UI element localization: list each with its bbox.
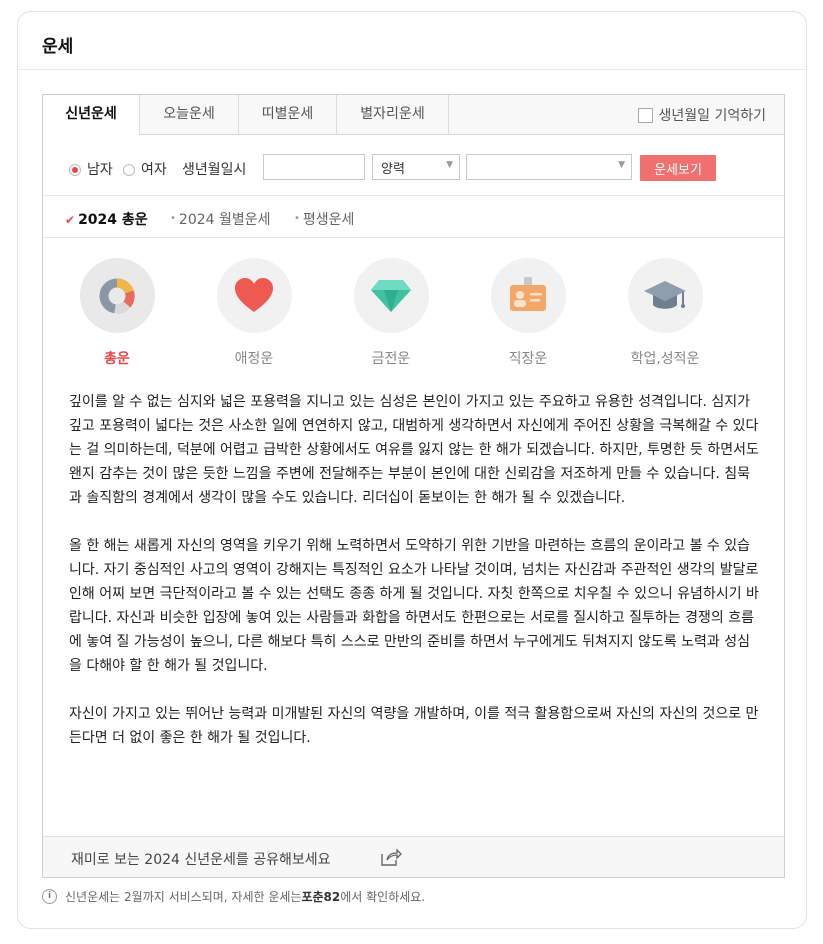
fortune-text: 깊이를 알 수 없는 심지와 넓은 포용력을 지니고 있는 심성은 본인이 가지…	[69, 390, 759, 774]
remember-birth-label: 생년월일 기억하기	[658, 108, 767, 124]
subtab-bar: ✔ 2024 총운 • 2024 월별운세 • 평생운세	[43, 196, 784, 238]
footnote: i 신년운세는 2월까지 서비스되며, 자세한 운세는 포춘82 에서 확인하세…	[42, 888, 425, 905]
category-love[interactable]: 애정운	[204, 258, 304, 368]
share-icon[interactable]	[380, 848, 402, 866]
category-label: 총운	[104, 351, 130, 367]
category-label: 학업,성적운	[630, 351, 700, 367]
category-icon-circle	[353, 258, 429, 333]
category-label: 금전운	[371, 351, 411, 367]
fortune-paragraph: 올 한 해는 새롭게 자신의 영역을 키우기 위해 노력하면서 도약하기 위한 …	[69, 538, 759, 674]
bullet-icon: •	[294, 213, 300, 224]
gender-female-radio[interactable]	[123, 164, 135, 176]
category-icon-circle	[490, 258, 566, 333]
pie-chart-icon	[99, 278, 135, 313]
heart-icon	[235, 277, 273, 312]
category-study[interactable]: 학업,성적운	[615, 258, 715, 368]
footnote-brand-link[interactable]: 포춘82	[301, 888, 340, 905]
tab-new-year-fortune[interactable]: 신년운세	[43, 95, 140, 135]
category-career[interactable]: 직장운	[478, 258, 578, 368]
gender-male-radio[interactable]	[69, 164, 81, 176]
category-icon-circle	[627, 258, 703, 333]
bullet-icon: •	[170, 213, 176, 224]
graduation-cap-icon	[644, 280, 686, 309]
category-icon-circle	[216, 258, 292, 333]
card-divider	[18, 69, 806, 70]
tab-today-fortune[interactable]: 오늘운세	[140, 95, 239, 134]
category-overall[interactable]: 총운	[67, 258, 167, 368]
birth-time-select[interactable]: ▼	[466, 154, 632, 180]
diamond-icon	[371, 279, 411, 312]
footnote-suffix: 에서 확인하세요.	[340, 890, 426, 904]
category-label: 직장운	[508, 351, 548, 367]
tab-bar: 신년운세 오늘운세 띠별운세 별자리운세 생년월일 기억하기	[43, 95, 784, 135]
tab-constellation-fortune[interactable]: 별자리운세	[337, 95, 449, 134]
gender-female-label[interactable]: 여자	[141, 159, 167, 179]
fortune-paragraph: 자신이 가지고 있는 뛰어난 능력과 미개발된 자신의 역량을 개발하며, 이를…	[69, 706, 759, 746]
subtab-label: 2024 총운	[78, 212, 148, 228]
birth-datetime-label: 생년월일시	[182, 162, 247, 178]
check-icon: ✔	[65, 213, 76, 227]
fortune-paragraph: 깊이를 알 수 없는 심지와 넓은 포용력을 지니고 있는 심성은 본인이 가지…	[69, 394, 759, 506]
calendar-type-value: 양력	[381, 162, 405, 177]
fortune-card: 운세 신년운세 오늘운세 띠별운세 별자리운세 생년월일 기억하기 남자 여자 …	[17, 11, 807, 929]
category-label: 애정운	[234, 351, 274, 367]
card-title: 운세	[42, 37, 74, 57]
footnote-prefix: 신년운세는 2월까지 서비스되며, 자세한 운세는	[65, 890, 302, 904]
subtab-lifetime[interactable]: • 평생운세	[294, 209, 354, 229]
subtab-2024-overall[interactable]: ✔ 2024 총운	[65, 209, 148, 229]
fortune-panel: 신년운세 오늘운세 띠별운세 별자리운세 생년월일 기억하기 남자 여자 생년월…	[42, 94, 785, 878]
calendar-type-select[interactable]: 양력 ▼	[372, 154, 460, 180]
chevron-down-icon: ▼	[446, 160, 453, 170]
share-text: 재미로 보는 2024 신년운세를 공유해보세요	[71, 852, 331, 868]
subtab-label: 2024 월별운세	[178, 212, 271, 228]
info-icon: i	[42, 889, 57, 904]
view-fortune-button[interactable]: 운세보기	[640, 155, 716, 181]
remember-birth-toggle[interactable]: 생년월일 기억하기	[637, 105, 767, 125]
subtab-label: 평생운세	[302, 212, 355, 228]
subtab-2024-monthly[interactable]: • 2024 월별운세	[170, 209, 271, 229]
id-badge-icon	[510, 276, 546, 311]
category-icon-circle	[79, 258, 155, 333]
category-money[interactable]: 금전운	[341, 258, 441, 368]
birth-form: 남자 여자 생년월일시 양력 ▼ ▼ 운세보기	[43, 135, 784, 196]
share-bar: 재미로 보는 2024 신년운세를 공유해보세요	[43, 836, 784, 877]
tab-zodiac-animal-fortune[interactable]: 띠별운세	[239, 95, 337, 134]
remember-birth-checkbox[interactable]	[637, 107, 653, 123]
birth-date-input[interactable]	[263, 154, 365, 180]
chevron-down-icon: ▼	[618, 160, 625, 170]
gender-male-label[interactable]: 남자	[87, 159, 113, 179]
